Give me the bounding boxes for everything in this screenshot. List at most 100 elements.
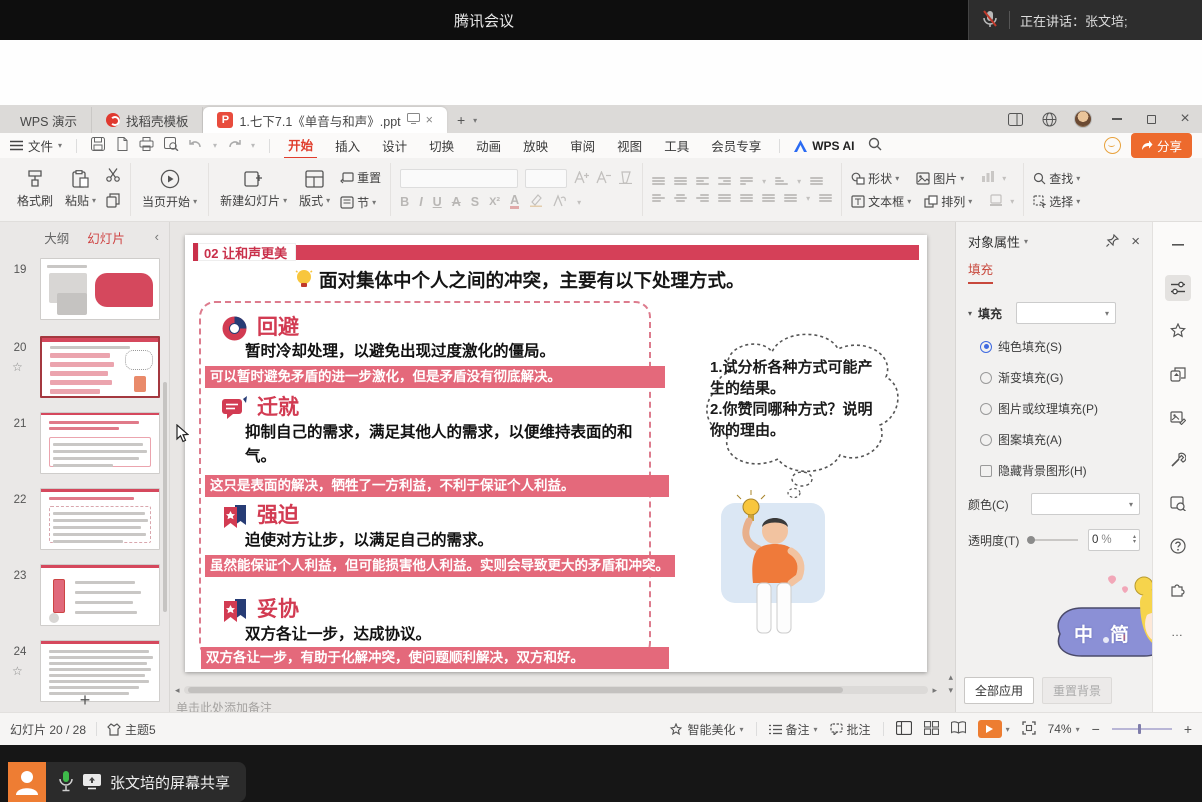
play-slideshow-icon[interactable] bbox=[978, 720, 1002, 738]
new-tab-icon[interactable]: + bbox=[457, 112, 465, 128]
sharer-avatar[interactable] bbox=[8, 762, 46, 802]
decrease-indent-icon[interactable] bbox=[696, 176, 709, 187]
transparency-slider[interactable] bbox=[1029, 539, 1078, 541]
scroll-left-icon[interactable]: ◂ bbox=[175, 685, 180, 696]
text-effects-icon[interactable] bbox=[553, 194, 567, 210]
maximize-window-icon[interactable] bbox=[1142, 110, 1160, 128]
comments-button[interactable]: 批注 bbox=[830, 721, 871, 738]
split-view-icon[interactable] bbox=[1006, 110, 1024, 128]
menu-item-tools[interactable]: 工具 bbox=[660, 134, 693, 157]
navigation-pane-icon[interactable] bbox=[1165, 490, 1191, 516]
screen-share-pill[interactable]: 张文培的屏幕共享 bbox=[46, 762, 246, 802]
option-solid-fill[interactable]: 纯色填充(S) bbox=[998, 338, 1062, 355]
chart-icon[interactable] bbox=[981, 170, 995, 186]
tab-slides[interactable]: 幻灯片 bbox=[87, 228, 125, 247]
align-objects-icon[interactable] bbox=[819, 193, 832, 204]
tab-list-chevron-icon[interactable]: ▾ bbox=[473, 116, 477, 125]
copy-icon[interactable] bbox=[106, 193, 121, 211]
menu-item-animation[interactable]: 动画 bbox=[472, 134, 505, 157]
file-menu[interactable]: 文件 ▾ bbox=[10, 136, 62, 155]
radio-pattern-fill[interactable] bbox=[980, 434, 992, 446]
zoom-level[interactable]: 74% ▾ bbox=[1048, 722, 1080, 736]
fill-style-dropdown[interactable]: ▾ bbox=[1016, 302, 1116, 324]
strikethrough-button[interactable]: A bbox=[452, 195, 461, 209]
radio-gradient-fill[interactable] bbox=[980, 372, 992, 384]
menu-item-insert[interactable]: 插入 bbox=[331, 134, 364, 157]
notes-button[interactable]: 备注 ▾ bbox=[769, 721, 818, 738]
menu-item-transition[interactable]: 切换 bbox=[425, 134, 458, 157]
redo-chevron-icon[interactable]: ▾ bbox=[251, 141, 255, 150]
slider-thumb[interactable] bbox=[1027, 536, 1035, 544]
option-pattern-fill[interactable]: 图案填充(A) bbox=[998, 431, 1062, 448]
previous-slide-icon[interactable]: ▴ bbox=[948, 672, 953, 683]
align-center-icon[interactable] bbox=[674, 193, 687, 204]
transparency-spinner[interactable]: 0 % ▴▾ bbox=[1088, 529, 1140, 551]
close-tab-icon[interactable]: × bbox=[426, 113, 433, 127]
fill-color-icon[interactable] bbox=[989, 193, 1003, 209]
plugins-icon[interactable] bbox=[1165, 576, 1191, 602]
slide-thumbnail-22[interactable] bbox=[40, 488, 160, 550]
font-size-select[interactable] bbox=[525, 169, 567, 188]
spin-down-icon[interactable]: ▾ bbox=[1133, 540, 1136, 545]
menu-item-slideshow[interactable]: 放映 bbox=[519, 134, 552, 157]
sort-text-icon[interactable] bbox=[775, 176, 788, 187]
tab-wps-home[interactable]: WPS 演示 bbox=[6, 107, 92, 133]
help-icon[interactable] bbox=[1165, 533, 1191, 559]
picture-button[interactable]: 图片 ▾ bbox=[916, 170, 964, 187]
numbering-icon[interactable] bbox=[674, 176, 687, 187]
menu-item-member[interactable]: 会员专享 bbox=[707, 134, 765, 157]
print-preview-icon[interactable] bbox=[164, 137, 179, 154]
menu-item-design[interactable]: 设计 bbox=[378, 134, 411, 157]
effects-star-icon[interactable] bbox=[1165, 318, 1191, 344]
text-shadow-button[interactable]: S bbox=[471, 195, 479, 209]
columns-icon[interactable] bbox=[762, 193, 775, 204]
cut-icon[interactable] bbox=[106, 168, 121, 185]
user-avatar[interactable] bbox=[1074, 110, 1092, 128]
menu-item-home[interactable]: 开始 bbox=[284, 133, 317, 159]
reset-button[interactable]: 重置 bbox=[340, 169, 381, 186]
share-button[interactable]: 分享 bbox=[1131, 133, 1192, 158]
pin-icon[interactable] bbox=[1106, 234, 1119, 250]
slideshow-chevron-icon[interactable]: ▾ bbox=[1006, 725, 1010, 734]
undo-icon[interactable] bbox=[189, 138, 203, 153]
search-icon[interactable] bbox=[868, 137, 882, 154]
zoom-in-icon[interactable]: + bbox=[1184, 721, 1192, 737]
shape-library-icon[interactable] bbox=[1165, 361, 1191, 387]
font-name-select[interactable] bbox=[400, 169, 518, 188]
tab-outline[interactable]: 大纲 bbox=[44, 228, 69, 247]
paragraph-settings-icon[interactable] bbox=[810, 176, 823, 187]
menu-item-review[interactable]: 审阅 bbox=[566, 134, 599, 157]
image-tools-icon[interactable] bbox=[1165, 404, 1191, 430]
horizontal-scrollbar[interactable]: ◂ ▸ bbox=[175, 684, 937, 696]
wps-ai-button[interactable]: WPS AI bbox=[794, 139, 854, 153]
radio-picture-fill[interactable] bbox=[980, 403, 992, 415]
undo-chevron-icon[interactable]: ▾ bbox=[213, 141, 217, 150]
superscript-button[interactable]: X² bbox=[489, 196, 500, 208]
slide-thumbnail-20-current[interactable] bbox=[40, 336, 160, 398]
assistant-icon[interactable] bbox=[1104, 137, 1121, 154]
justify-icon[interactable] bbox=[718, 193, 731, 204]
layout-button[interactable]: 版式▾ bbox=[297, 170, 332, 209]
fill-section-chevron-icon[interactable]: ▾ bbox=[968, 309, 972, 318]
hide-background-label[interactable]: 隐藏背景图形(H) bbox=[998, 462, 1087, 479]
select-button[interactable]: 选择 ▾ bbox=[1033, 193, 1080, 210]
clear-format-icon[interactable] bbox=[618, 171, 633, 187]
increase-font-icon[interactable] bbox=[574, 171, 589, 187]
mic-muted-icon[interactable] bbox=[981, 9, 999, 32]
zoom-out-icon[interactable]: − bbox=[1092, 721, 1100, 737]
object-properties-icon[interactable] bbox=[1165, 275, 1191, 301]
normal-view-icon[interactable] bbox=[896, 721, 912, 738]
export-pdf-icon[interactable] bbox=[115, 137, 129, 154]
theme-button[interactable]: 主题5 bbox=[107, 721, 156, 738]
tab-docer[interactable]: 找稻壳模板 bbox=[92, 107, 204, 133]
option-picture-fill[interactable]: 图片或纹理填充(P) bbox=[998, 400, 1098, 417]
reading-view-icon[interactable] bbox=[951, 721, 966, 737]
redo-icon[interactable] bbox=[227, 138, 241, 153]
zoom-slider[interactable] bbox=[1112, 728, 1172, 730]
panel-title-chevron-icon[interactable]: ▾ bbox=[1024, 237, 1028, 246]
highlight-color-icon[interactable] bbox=[529, 194, 543, 210]
option-gradient-fill[interactable]: 渐变填充(G) bbox=[998, 369, 1063, 386]
smart-beautify-button[interactable]: 智能美化 ▾ bbox=[669, 721, 743, 738]
color-dropdown[interactable]: ▾ bbox=[1031, 493, 1140, 515]
italic-button[interactable]: I bbox=[419, 195, 422, 209]
